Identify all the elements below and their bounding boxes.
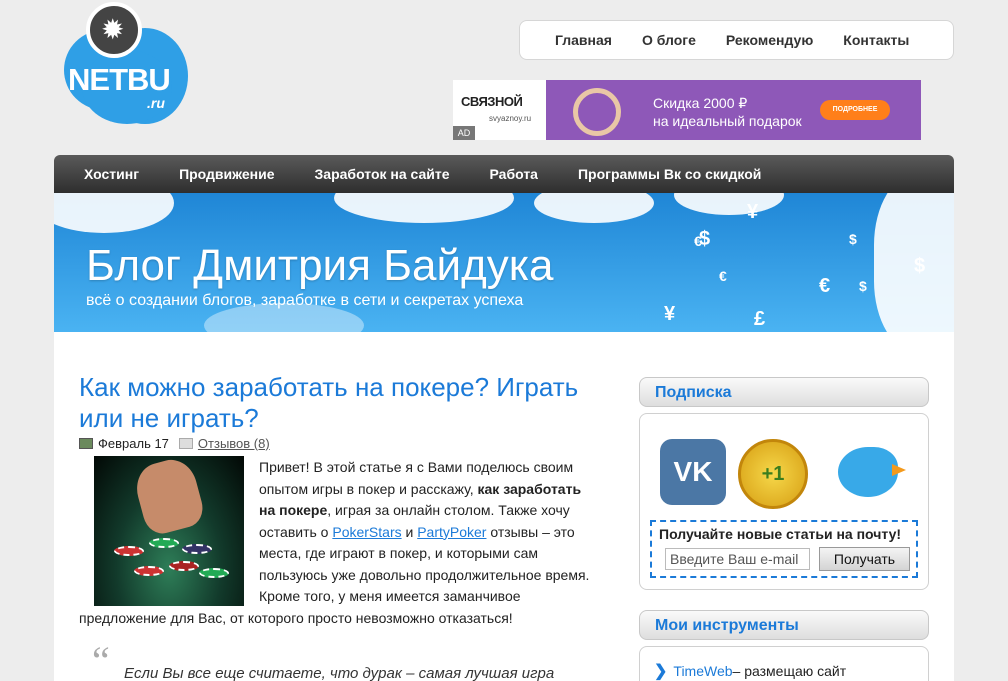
partypoker-link[interactable]: PartyPoker — [417, 524, 486, 540]
post-title[interactable]: Как можно заработать на покере? Играть и… — [79, 372, 599, 434]
subscribe-widget-title: Подписка — [639, 377, 929, 407]
pokerstars-link[interactable]: PokerStars — [332, 524, 401, 540]
nav-hosting[interactable]: Хостинг — [84, 166, 139, 182]
vk-icon[interactable]: VK — [660, 439, 726, 505]
cloud-shape — [534, 193, 654, 223]
nav-work[interactable]: Работа — [490, 166, 538, 182]
timeweb-link[interactable]: TimeWeb — [673, 663, 732, 679]
comment-icon — [178, 438, 193, 449]
nav-earning[interactable]: Заработок на сайте — [315, 166, 450, 182]
ad-mark: AD — [453, 126, 475, 140]
header-banner: Блог Дмитрия Байдука всё о создании блог… — [54, 193, 954, 332]
top-menu-recommend[interactable]: Рекомендую — [726, 32, 813, 48]
post-text: и — [401, 523, 418, 540]
calendar-icon — [79, 438, 93, 449]
post-quote: Если Вы все еще считаете, что дурак – са… — [124, 665, 555, 681]
main-nav: Хостинг Продвижение Заработок на сайте Р… — [54, 155, 954, 193]
tools-widget-title: Мои инструменты — [639, 610, 929, 640]
list-item: ❯ TimeWeb – размещаю сайт — [654, 661, 846, 681]
quote-icon: “ — [92, 638, 110, 681]
social-icons: VK +1 — [660, 439, 910, 509]
pound-icon: £ — [754, 308, 766, 330]
ad-brand: СВЯЗНОЙ — [461, 94, 523, 109]
dollar-icon: $ — [914, 255, 926, 277]
logo-suffix: .ru — [147, 95, 165, 111]
nav-vk-programs[interactable]: Программы Вк со скидкой — [578, 166, 761, 182]
ad-text: Скидка 2000 ₽ на идеальный подарок — [653, 95, 802, 129]
top-menu: Главная О блоге Рекомендую Контакты — [519, 20, 954, 60]
content-area: Как можно заработать на покере? Играть и… — [54, 332, 954, 681]
header-title: Блог Дмитрия Байдука — [86, 241, 554, 290]
post-date: Февраль 17 — [98, 436, 169, 451]
subscribe-form: Получайте новые статьи на почту! Получат… — [650, 520, 918, 578]
ad-banner[interactable]: СВЯЗНОЙ svyaznoy.ru AD Скидка 2000 ₽ на … — [453, 80, 921, 140]
ad-brand-panel: СВЯЗНОЙ svyaznoy.ru AD — [453, 80, 546, 140]
logo-text: NETBU — [68, 62, 171, 97]
euro-icon: € — [719, 268, 727, 284]
chevron-right-icon: ❯ — [654, 663, 668, 680]
top-menu-about[interactable]: О блоге — [642, 32, 696, 48]
yen-icon: ¥ — [747, 201, 759, 223]
cloud-shape — [334, 193, 514, 223]
subscribe-label: Получайте новые статьи на почту! — [659, 526, 902, 542]
ad-url: svyaznoy.ru — [489, 114, 532, 123]
email-input[interactable] — [665, 548, 810, 570]
post-body: Привет! В этой статье я с Вами поделюсь … — [79, 457, 594, 629]
google-plus-icon[interactable]: +1 — [738, 439, 808, 509]
cloud-shape — [674, 193, 784, 215]
subscribe-widget: VK +1 Получайте новые статьи на почту! П… — [639, 413, 929, 590]
cloud-shape — [54, 193, 174, 233]
tool-description: – размещаю сайт — [732, 663, 847, 679]
subscribe-button[interactable]: Получать — [819, 547, 910, 571]
yen-icon: ¥ — [664, 303, 676, 325]
ring-icon — [573, 88, 621, 136]
ad-more-button[interactable]: ПОДРОБНЕЕ — [820, 100, 890, 120]
post-meta: Февраль 17 Отзывов (8) — [79, 436, 270, 451]
top-menu-home[interactable]: Главная — [555, 32, 612, 48]
tools-widget: ❯ TimeWeb – размещаю сайт — [639, 646, 929, 681]
header-subtitle: всё о создании блогов, заработке в сети … — [86, 292, 524, 309]
site-logo[interactable]: ✹ NETBU .ru — [62, 0, 190, 128]
twitter-icon[interactable] — [820, 439, 910, 509]
dollar-icon: $ — [849, 231, 857, 247]
comments-link[interactable]: Отзывов (8) — [198, 436, 270, 451]
nav-promotion[interactable]: Продвижение — [179, 166, 274, 182]
dollar-icon: $ — [859, 278, 867, 294]
euro-icon: € — [819, 275, 831, 297]
dollar-icon: $ — [699, 228, 711, 250]
logo-star-icon: ✹ — [101, 14, 125, 45]
top-menu-contacts[interactable]: Контакты — [843, 32, 909, 48]
